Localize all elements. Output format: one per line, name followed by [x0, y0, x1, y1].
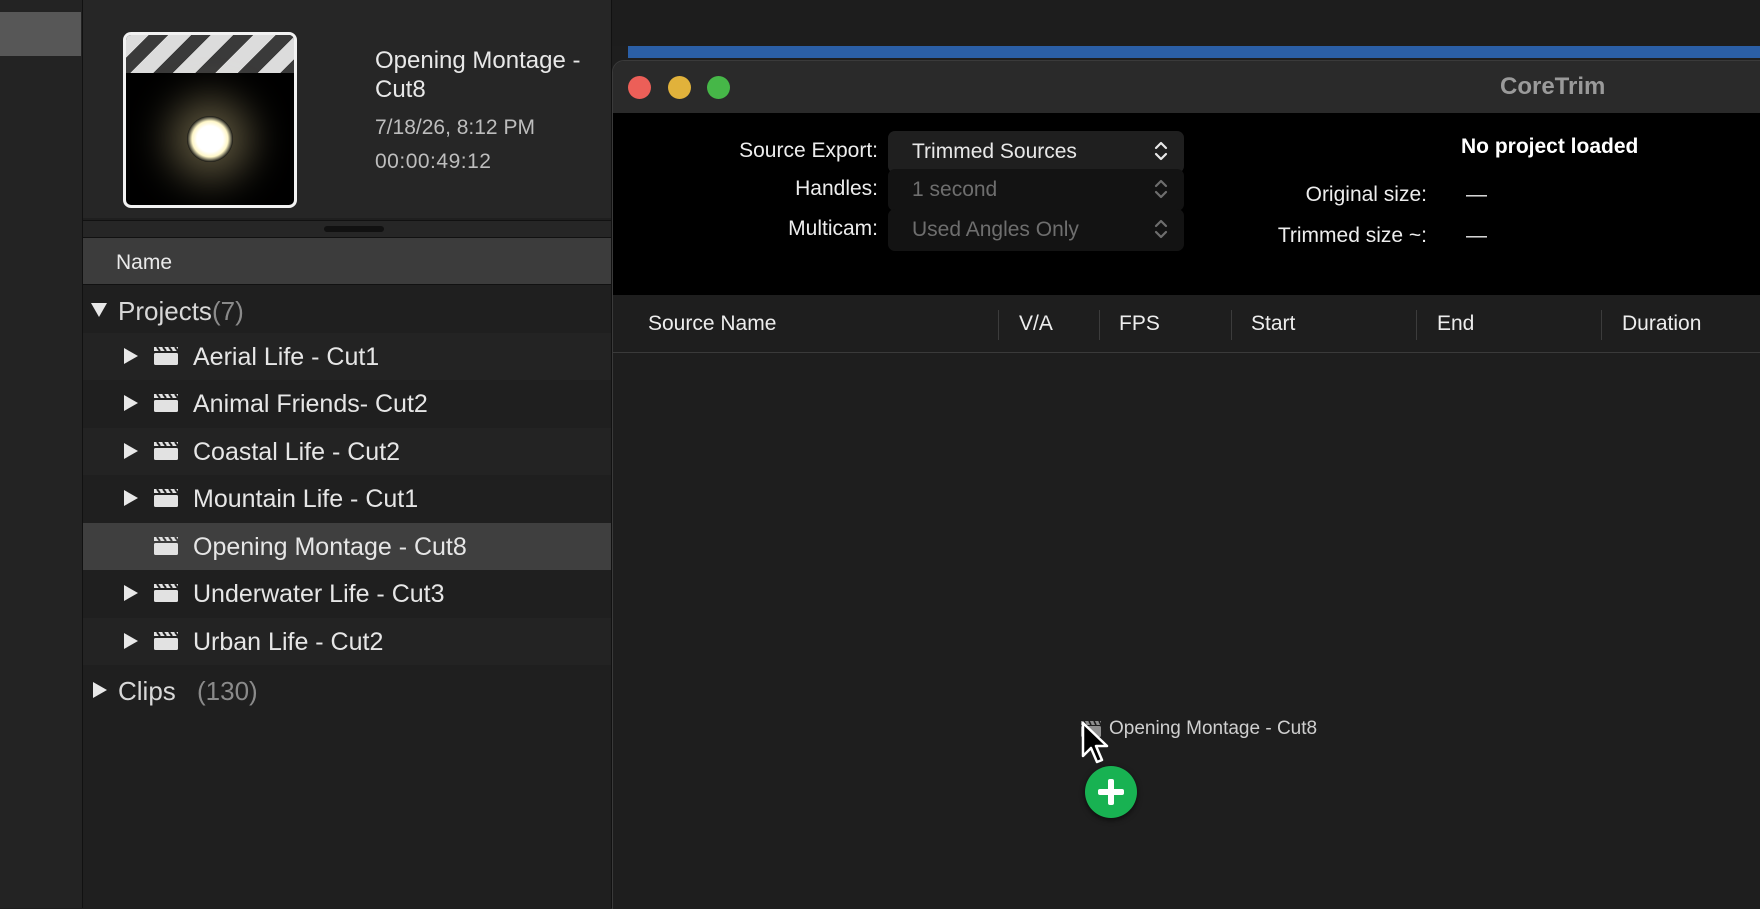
add-icon — [1085, 766, 1137, 818]
disclosure-triangle-icon[interactable] — [124, 632, 138, 649]
list-item-label: Aerial Life - Cut1 — [193, 342, 380, 371]
name-column-header[interactable]: Name — [83, 238, 611, 285]
clapperboard-icon — [154, 630, 179, 650]
left-sidebar-selected-item[interactable] — [0, 12, 81, 56]
column-header-source-name[interactable]: Source Name — [648, 312, 776, 336]
source-export-popup[interactable]: Trimmed Sources — [888, 131, 1184, 173]
name-column-label: Name — [116, 251, 173, 274]
list-item[interactable]: Underwater Life - Cut3 — [83, 570, 611, 618]
list-item[interactable]: Animal Friends- Cut2 — [83, 380, 611, 428]
list-item-label: Animal Friends- Cut2 — [193, 390, 428, 418]
clapperboard-icon — [154, 488, 179, 507]
original-size-value: — — [1466, 183, 1487, 206]
list-item[interactable]: Aerial Life - Cut1 — [83, 332, 611, 380]
column-header-end[interactable]: End — [1437, 312, 1474, 336]
resize-grip[interactable] — [324, 226, 384, 232]
project-status: No project loaded — [1461, 135, 1639, 158]
preview-date: 7/18/26, 8:12 PM — [375, 116, 535, 139]
handles-value: 1 second — [912, 178, 998, 201]
column-header-fps[interactable]: FPS — [1119, 312, 1160, 336]
column-divider[interactable] — [998, 310, 999, 340]
list-item-label: Urban Life - Cut2 — [193, 627, 384, 656]
projects-group-count: (7) — [212, 296, 244, 326]
left-sidebar-strip — [0, 0, 83, 908]
disclosure-triangle-icon[interactable] — [124, 347, 138, 364]
trimmed-size-label: Trimmed size ~: — [1277, 224, 1427, 247]
column-divider[interactable] — [1231, 310, 1232, 340]
disclosure-triangle-icon[interactable] — [124, 442, 138, 459]
column-divider[interactable] — [1601, 310, 1602, 340]
handles-label: Handles: — [795, 177, 878, 200]
list-item-selected[interactable]: Opening Montage - Cut8 — [83, 522, 611, 570]
clapperboard-icon — [154, 345, 179, 365]
list-item[interactable]: Urban Life - Cut2 — [83, 617, 611, 665]
light-flare — [187, 116, 233, 162]
background-selection-bar — [628, 46, 1760, 58]
resize-handle[interactable] — [83, 220, 611, 238]
table-header: Source Name V/A FPS Start End Duration — [613, 296, 1760, 353]
column-divider[interactable] — [1099, 310, 1100, 340]
project-tree: Projects (7) Aerial Life - Cut1 Animal F… — [83, 285, 611, 713]
disclosure-triangle-icon[interactable] — [93, 682, 107, 698]
column-header-va[interactable]: V/A — [1019, 312, 1053, 336]
list-item-label: Mountain Life - Cut1 — [193, 485, 419, 513]
project-preview: Opening Montage - Cut8 7/18/26, 8:12 PM … — [83, 0, 611, 218]
clips-group-row[interactable]: Clips (130) — [83, 665, 611, 713]
clapperboard-icon — [154, 583, 179, 602]
clips-group-label: Clips — [118, 676, 176, 706]
list-item[interactable]: Coastal Life - Cut2 — [83, 427, 611, 475]
source-export-value: Trimmed Sources — [912, 140, 1077, 163]
column-divider[interactable] — [1416, 310, 1417, 340]
disclosure-triangle-icon[interactable] — [124, 395, 138, 411]
project-thumbnail[interactable] — [123, 32, 297, 208]
projects-group-row[interactable]: Projects (7) — [83, 285, 611, 333]
clapperboard-icon — [154, 535, 179, 555]
multicam-value: Used Angles Only — [912, 218, 1079, 241]
list-item-label: Opening Montage - Cut8 — [193, 532, 467, 561]
trimmed-size-value: — — [1466, 224, 1487, 247]
projects-group-label: Projects — [118, 296, 212, 326]
column-header-start[interactable]: Start — [1251, 312, 1295, 336]
background-toolbar — [612, 0, 1760, 46]
clips-group-count: (130) — [197, 676, 258, 706]
list-item-label: Underwater Life - Cut3 — [193, 580, 445, 608]
settings-panel: Source Export: Trimmed Sources Handles: … — [613, 113, 1760, 295]
cursor-icon — [1081, 721, 1109, 764]
minimize-button[interactable] — [668, 76, 691, 99]
original-size-label: Original size: — [1305, 183, 1427, 206]
drag-preview-label: Opening Montage - Cut8 — [1109, 718, 1318, 739]
clapperboard-icon — [154, 393, 179, 412]
clapperboard-icon — [154, 440, 179, 460]
close-button[interactable] — [628, 76, 651, 99]
disclosure-triangle-icon[interactable] — [124, 585, 138, 601]
preview-duration: 00:00:49:12 — [375, 150, 492, 173]
browser-panel: Opening Montage - Cut8 7/18/26, 8:12 PM … — [83, 0, 612, 908]
window-titlebar[interactable]: CoreTrim — [613, 61, 1760, 113]
coretrim-window: CoreTrim Source Export: Trimmed Sources … — [612, 60, 1760, 909]
popup-arrows-icon — [1154, 141, 1168, 161]
preview-title: Opening Montage - Cut8 — [375, 47, 581, 103]
disclosure-triangle-icon[interactable] — [91, 303, 107, 317]
list-item[interactable]: Mountain Life - Cut1 — [83, 475, 611, 523]
list-item-label: Coastal Life - Cut2 — [193, 437, 401, 466]
column-header-duration[interactable]: Duration — [1622, 312, 1701, 336]
multicam-label: Multicam: — [788, 217, 878, 240]
window-title: CoreTrim — [1500, 73, 1606, 100]
clapperboard-graphic — [126, 35, 294, 73]
disclosure-triangle-icon[interactable] — [124, 490, 138, 506]
source-export-label: Source Export: — [739, 139, 878, 162]
zoom-button[interactable] — [707, 76, 730, 99]
